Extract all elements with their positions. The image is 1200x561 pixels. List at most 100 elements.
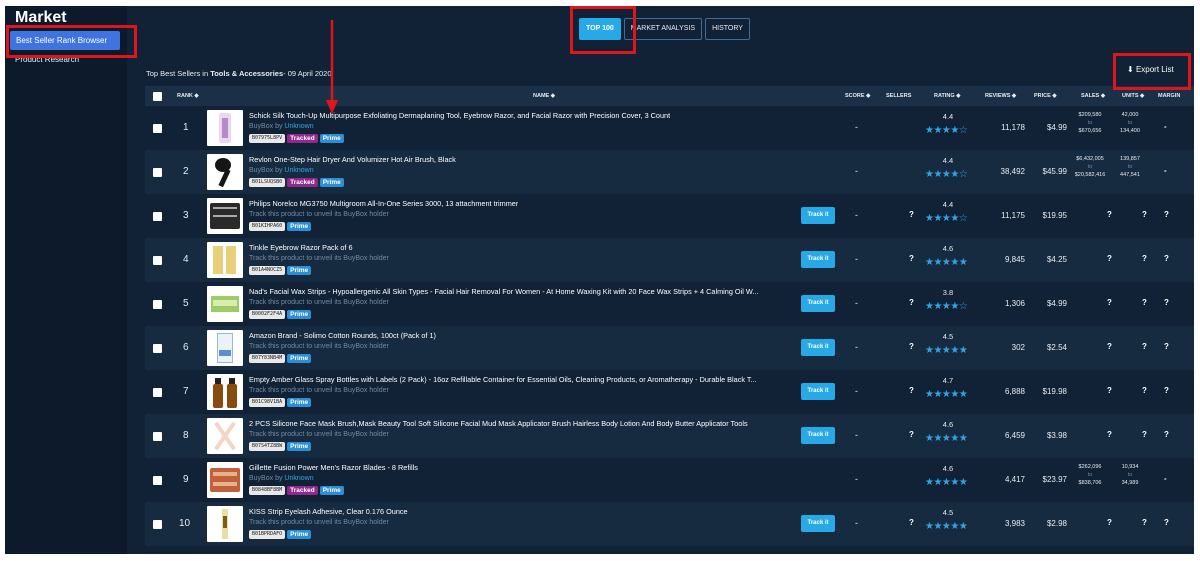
asin-badge[interactable]: B01C98V1BA: [249, 398, 286, 407]
buybox-track-hint: Track this product to unveil its BuyBox …: [249, 387, 389, 394]
buybox-unknown-link[interactable]: Unknown: [284, 167, 313, 174]
product-name-link[interactable]: Philips Norelco MG3750 Multigroom All-In…: [249, 199, 518, 208]
asin-badge[interactable]: B01KIHPA60: [249, 222, 286, 231]
product-thumbnail[interactable]: [207, 242, 243, 278]
asin-badge[interactable]: B01BPRDAFO: [249, 530, 286, 539]
reviews-cell: 9,845: [1004, 255, 1025, 264]
prime-badge: Prime: [319, 486, 344, 495]
product-thumbnail[interactable]: [207, 462, 243, 498]
row-checkbox[interactable]: [153, 124, 162, 133]
product-thumbnail[interactable]: [207, 198, 243, 234]
track-it-button[interactable]: Track it: [801, 295, 835, 312]
buybox-unknown-link[interactable]: Unknown: [284, 123, 313, 130]
price-cell: $4.99: [1046, 299, 1067, 308]
product-tags: B01KIHPA60 Prime: [249, 222, 312, 231]
sales-range: $262,096 to $838,706: [1070, 463, 1110, 487]
row-checkbox[interactable]: [153, 212, 162, 221]
score-cell: -: [855, 386, 858, 396]
sidebar: Market Best Seller Rank Browser Product …: [5, 6, 127, 554]
asin-badge[interactable]: B01LSUQSB0: [249, 178, 286, 187]
tab-history[interactable]: HISTORY: [705, 18, 750, 40]
product-name-link[interactable]: KISS Strip Eyelash Adhesive, Clear 0.176…: [249, 507, 408, 516]
reviews-cell: 4,417: [1004, 475, 1025, 484]
sales-cell: ?: [1107, 386, 1112, 395]
rating-stars-icon: ★★★★★: [925, 345, 968, 356]
sales-low: $262,096: [1078, 464, 1102, 470]
column-header-reviews[interactable]: REVIEWS ◆: [985, 93, 1016, 99]
product-thumbnail[interactable]: [207, 286, 243, 322]
column-header-units[interactable]: UNITS ◆: [1122, 93, 1144, 99]
reviews-cell: 6,888: [1004, 387, 1025, 396]
product-tags: B01C98V1BA Prime: [249, 398, 312, 407]
sales-cell: ?: [1107, 342, 1112, 351]
product-name-link[interactable]: Schick Silk Touch-Up Multipurpose Exfoli…: [249, 111, 670, 120]
asin-badge[interactable]: B01A4NOCZ5: [249, 266, 286, 275]
units-to: to: [1127, 472, 1133, 478]
app-frame: Market Best Seller Rank Browser Product …: [5, 6, 1194, 554]
product-name-link[interactable]: Tinkle Eyebrow Razor Pack of 6: [249, 243, 353, 252]
select-all-checkbox[interactable]: [153, 92, 162, 101]
sales-cell: ?: [1107, 430, 1112, 439]
row-checkbox[interactable]: [153, 432, 162, 441]
product-thumbnail[interactable]: [207, 110, 243, 146]
asin-badge[interactable]: B0002F2F4A: [249, 310, 286, 319]
asin-badge[interactable]: B07975L8PV: [249, 134, 286, 143]
table-row: 10 KISS Strip Eyelash Adhesive, Clear 0.1…: [145, 502, 1194, 546]
column-header-score[interactable]: SCORE ◆: [845, 93, 870, 99]
asin-badge[interactable]: B07Y83NB4M: [249, 354, 286, 363]
product-thumbnail[interactable]: [207, 506, 243, 542]
track-it-button[interactable]: Track it: [801, 251, 835, 268]
row-checkbox[interactable]: [153, 256, 162, 265]
table-row: 2 Revlon One-Step Hair Dryer And Volumize…: [145, 150, 1194, 194]
rating-value: 4.4: [942, 200, 954, 209]
units-to: to: [1127, 164, 1133, 170]
product-thumbnail[interactable]: [207, 154, 243, 190]
buybox-unknown-link[interactable]: Unknown: [284, 475, 313, 482]
row-checkbox[interactable]: [153, 168, 162, 177]
annotation-box-top100: [570, 6, 636, 54]
column-header-rank[interactable]: RANK ◆: [177, 93, 199, 99]
product-name-link[interactable]: Gillette Fusion Power Men's Razor Blades…: [249, 463, 418, 472]
column-header-name[interactable]: NAME ◆: [533, 93, 555, 99]
margin-cell: ?: [1164, 518, 1169, 527]
price-cell: $2.98: [1046, 519, 1067, 528]
product-name-link[interactable]: 2 PCS Silicone Face Mask Brush,Mask Beau…: [249, 419, 748, 428]
rating-value: 4.4: [942, 112, 954, 121]
track-it-button[interactable]: Track it: [801, 339, 835, 356]
rank-cell: 2: [183, 166, 189, 177]
column-header-name-label: NAME: [533, 93, 550, 99]
column-header-rating[interactable]: RATING ◆: [934, 93, 960, 99]
units-low: 10,934: [1121, 464, 1139, 470]
track-it-button[interactable]: Track it: [801, 383, 835, 400]
sales-cell: ?: [1107, 298, 1112, 307]
margin-cell: -: [1164, 166, 1167, 175]
row-checkbox[interactable]: [153, 476, 162, 485]
product-thumbnail[interactable]: [207, 374, 243, 410]
product-thumbnail[interactable]: [207, 330, 243, 366]
row-checkbox[interactable]: [153, 388, 162, 397]
product-name-link[interactable]: Nad's Facial Wax Strips - Hypoallergenic…: [249, 287, 758, 296]
product-name-link[interactable]: Empty Amber Glass Spray Bottles with Lab…: [249, 375, 757, 384]
track-it-button[interactable]: Track it: [801, 515, 835, 532]
column-header-price[interactable]: PRICE ◆: [1034, 93, 1057, 99]
track-it-button[interactable]: Track it: [801, 207, 835, 224]
product-name-link[interactable]: Amazon Brand - Solimo Cotton Rounds, 100…: [249, 331, 436, 340]
product-name-link[interactable]: Revlon One-Step Hair Dryer And Volumizer…: [249, 155, 456, 164]
column-header-sales-label: SALES: [1081, 93, 1100, 99]
table-row: 4 Tinkle Eyebrow Razor Pack of 6 Track thi…: [145, 238, 1194, 282]
asin-badge[interactable]: B07S4TZ8BW: [249, 442, 286, 451]
row-checkbox[interactable]: [153, 520, 162, 529]
rating-stars-icon: ★★★★☆: [925, 301, 968, 312]
row-checkbox[interactable]: [153, 300, 162, 309]
units-high: 447,541: [1120, 172, 1140, 178]
asin-badge[interactable]: B0848BF8BM: [249, 486, 286, 495]
product-thumbnail[interactable]: [207, 418, 243, 454]
column-header-sales[interactable]: SALES ◆: [1081, 93, 1105, 99]
rank-cell: 6: [183, 342, 189, 353]
price-cell: $19.98: [1042, 387, 1067, 396]
sales-high: $670,656: [1078, 128, 1102, 134]
score-cell: -: [855, 210, 858, 220]
row-checkbox[interactable]: [153, 344, 162, 353]
track-it-button[interactable]: Track it: [801, 427, 835, 444]
rating-stars-icon: ★★★★★: [925, 433, 968, 444]
